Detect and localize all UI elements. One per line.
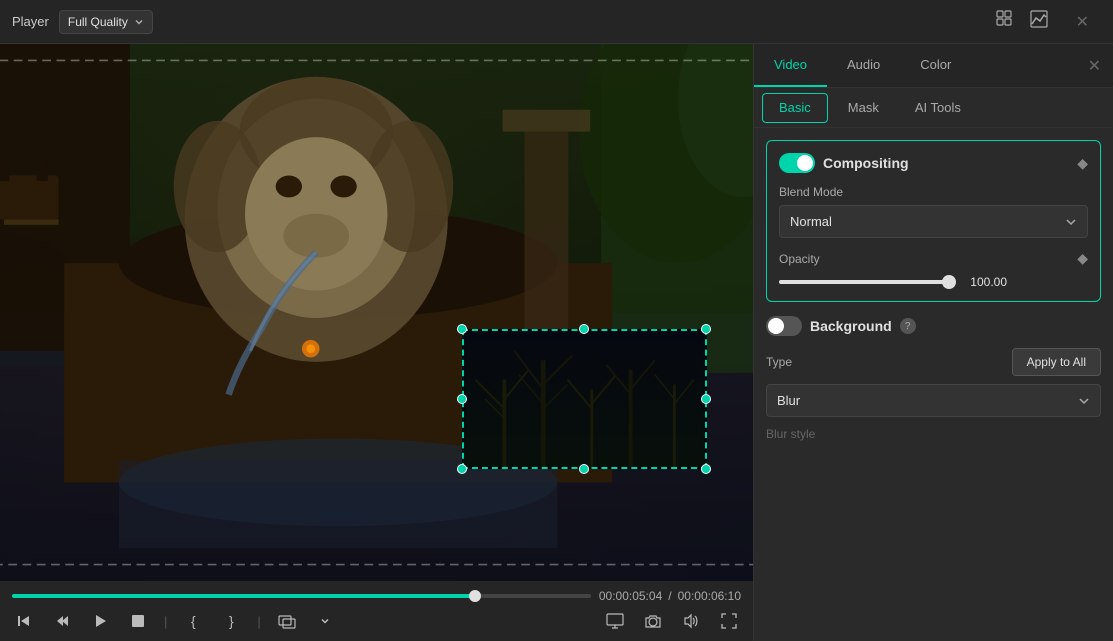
- panel-tabs-sub: Basic Mask AI Tools: [754, 88, 1113, 128]
- panel-close-button[interactable]: ✕: [1076, 56, 1113, 76]
- pip-handle-bottom-center[interactable]: [579, 464, 589, 474]
- blur-type-dropdown[interactable]: Blur: [766, 384, 1101, 417]
- panel-content: Compositing ◆ Blend Mode Normal Opacity …: [754, 128, 1113, 641]
- pip-overlay[interactable]: [462, 329, 707, 469]
- tab-video[interactable]: Video: [754, 44, 827, 87]
- pip-tree-svg: [464, 331, 705, 467]
- quality-dropdown[interactable]: Full Quality: [59, 10, 153, 34]
- tab-mask[interactable]: Mask: [832, 93, 895, 123]
- pip-handle-top-center[interactable]: [579, 324, 589, 334]
- background-title: Background: [810, 318, 892, 334]
- fountain-scene: [0, 44, 753, 581]
- current-time: 00:00:05:04: [599, 589, 662, 603]
- opacity-slider-thumb[interactable]: [942, 275, 956, 289]
- panel-tabs-top: Video Audio Color ✕: [754, 44, 1113, 88]
- progress-fill: [12, 594, 475, 598]
- pip-handle-middle-left[interactable]: [457, 394, 467, 404]
- tab-color[interactable]: Color: [900, 44, 971, 87]
- compositing-header: Compositing ◆: [779, 153, 1088, 173]
- progress-track[interactable]: [12, 594, 591, 598]
- pip-handle-top-right[interactable]: [701, 324, 711, 334]
- overlay-button[interactable]: [275, 609, 299, 633]
- stop-button[interactable]: [126, 609, 150, 633]
- background-header: Background ?: [766, 316, 1101, 336]
- time-display: 00:00:05:04 / 00:00:06:10: [599, 589, 741, 603]
- blend-mode-dropdown[interactable]: Normal: [779, 205, 1088, 238]
- opacity-label: Opacity: [779, 252, 820, 266]
- compositing-title: Compositing: [823, 155, 1069, 171]
- blur-type-chevron-icon: [1078, 395, 1090, 407]
- blur-type-value: Blur: [777, 393, 800, 408]
- toolbar-icons: ✕: [996, 10, 1101, 33]
- player-label: Player: [12, 14, 49, 29]
- pip-handle-bottom-right[interactable]: [701, 464, 711, 474]
- pip-handle-top-left[interactable]: [457, 324, 467, 334]
- compositing-section: Compositing ◆ Blend Mode Normal Opacity …: [766, 140, 1101, 302]
- apply-all-button[interactable]: Apply to All: [1012, 348, 1101, 376]
- time-separator: /: [668, 589, 671, 603]
- tab-audio[interactable]: Audio: [827, 44, 900, 87]
- opacity-slider-track[interactable]: [779, 280, 949, 284]
- type-label: Type: [766, 355, 792, 369]
- main-content: 00:00:05:04 / 00:00:06:10: [0, 44, 1113, 641]
- background-section: Background ? Type Apply to All Blur: [766, 316, 1101, 441]
- compositing-toggle[interactable]: [779, 153, 815, 173]
- progress-bar-container: 00:00:05:04 / 00:00:06:10: [12, 589, 741, 603]
- skip-back-button[interactable]: [12, 609, 36, 633]
- opacity-value: 100.00: [957, 275, 1007, 289]
- opacity-keyframe-icon[interactable]: ◆: [1077, 250, 1088, 267]
- grid-icon[interactable]: [996, 10, 1014, 33]
- controls-right: [603, 609, 741, 633]
- opacity-row: Opacity ◆: [779, 250, 1088, 267]
- blur-style-label: Blur style: [766, 427, 1101, 441]
- fullscreen-button[interactable]: [717, 609, 741, 633]
- overlay-dropdown-button[interactable]: [313, 609, 337, 633]
- close-icon[interactable]: ✕: [1064, 12, 1101, 32]
- separator-2: |: [257, 614, 260, 629]
- tab-ai-tools[interactable]: AI Tools: [899, 93, 977, 123]
- blend-mode-value: Normal: [790, 214, 832, 229]
- total-time: 00:00:06:10: [678, 589, 741, 603]
- right-panel: Video Audio Color ✕ Basic Mask AI Tools: [753, 44, 1113, 641]
- opacity-slider-container: 100.00: [779, 275, 1088, 289]
- controls-row: | { } |: [12, 609, 741, 633]
- blend-mode-chevron-icon: [1065, 216, 1077, 228]
- video-area[interactable]: [0, 44, 753, 581]
- toggle-knob: [797, 155, 813, 171]
- chevron-down-icon: [134, 17, 144, 27]
- scene-svg: [0, 44, 753, 581]
- type-row: Type Apply to All: [766, 348, 1101, 376]
- pip-handle-bottom-left[interactable]: [457, 464, 467, 474]
- mark-in-button[interactable]: {: [181, 609, 205, 633]
- play-button[interactable]: [88, 609, 112, 633]
- pip-handle-middle-right[interactable]: [701, 394, 711, 404]
- quality-value: Full Quality: [68, 15, 128, 29]
- opacity-slider-fill: [779, 280, 949, 284]
- top-toolbar: Player Full Quality ✕: [0, 0, 1113, 44]
- mark-out-button[interactable]: }: [219, 609, 243, 633]
- background-toggle[interactable]: [766, 316, 802, 336]
- screenshot-button[interactable]: [641, 609, 665, 633]
- chart-icon[interactable]: [1030, 10, 1048, 33]
- volume-button[interactable]: [679, 609, 703, 633]
- separator-1: |: [164, 614, 167, 629]
- monitor-button[interactable]: [603, 609, 627, 633]
- bg-toggle-knob: [768, 318, 784, 334]
- video-controls: 00:00:05:04 / 00:00:06:10: [0, 581, 753, 641]
- compositing-keyframe-icon[interactable]: ◆: [1077, 155, 1088, 172]
- video-panel: 00:00:05:04 / 00:00:06:10: [0, 44, 753, 641]
- blend-mode-label: Blend Mode: [779, 185, 1088, 199]
- tab-basic[interactable]: Basic: [762, 93, 828, 123]
- progress-thumb[interactable]: [469, 590, 481, 602]
- help-icon[interactable]: ?: [900, 318, 916, 334]
- play-back-button[interactable]: [50, 609, 74, 633]
